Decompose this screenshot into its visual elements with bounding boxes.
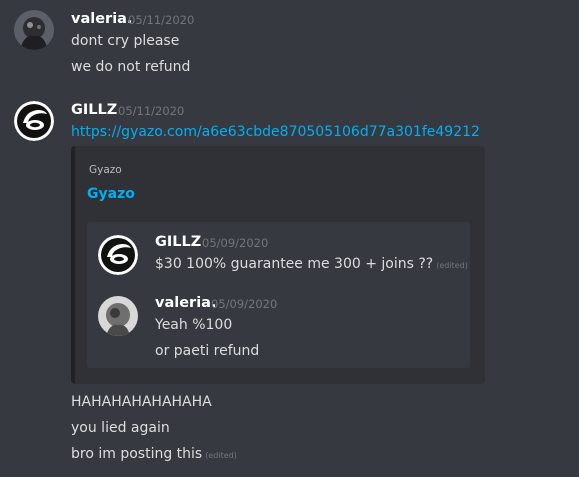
message-timestamp: 05/11/2020 — [128, 13, 195, 27]
gillz-logo-icon — [14, 101, 54, 141]
message-username[interactable]: valeria. — [71, 10, 132, 28]
message-text-content: $30 100% guarantee me 300 + joins ?? — [155, 256, 434, 272]
message-timestamp: 05/09/2020 — [202, 236, 269, 250]
message-text: dont cry please — [71, 33, 180, 49]
gillz-avatar[interactable] — [14, 101, 54, 141]
chat-messages: valeria. 05/11/2020 dont cry please we d… — [0, 0, 579, 477]
edited-marker: (edited) — [205, 451, 237, 460]
message-timestamp: 05/09/2020 — [211, 297, 278, 311]
embed-screenshot[interactable]: GILLZ 05/09/2020 $30 100% guarantee me 3… — [87, 222, 470, 368]
link-embed: Gyazo Gyazo GILLZ 05/09/2020 $30 100% gu… — [71, 146, 485, 384]
gillz-avatar — [98, 235, 138, 275]
message-text: you lied again — [71, 420, 170, 436]
embed-provider[interactable]: Gyazo — [89, 164, 122, 176]
message-text: $30 100% guarantee me 300 + joins ?? (edi… — [155, 255, 468, 275]
message-text: bro im posting this (edited) — [71, 445, 237, 465]
message-text: Yeah %100 — [155, 317, 233, 333]
valeria-photo-avatar-icon — [14, 10, 54, 50]
embed-title[interactable]: Gyazo — [87, 186, 135, 202]
message-username: valeria. — [155, 295, 217, 311]
valeria-avatar — [98, 296, 138, 336]
message-text-content: bro im posting this — [71, 446, 203, 462]
valeria-photo-avatar-icon — [98, 296, 138, 336]
message-text: HAHAHAHAHAHAHA — [71, 394, 212, 410]
valeria-avatar[interactable] — [14, 10, 54, 50]
message-text: we do not refund — [71, 59, 191, 75]
gyazo-link[interactable]: https://gyazo.com/a6e63cbde870505106d77a… — [71, 123, 480, 141]
message-username[interactable]: GILLZ — [71, 101, 117, 119]
gillz-logo-icon — [98, 235, 138, 275]
message-username: GILLZ — [155, 234, 202, 250]
edited-marker: (edited) — [436, 261, 468, 270]
message-text: or paeti refund — [155, 343, 260, 359]
message-timestamp: 05/11/2020 — [118, 104, 185, 118]
